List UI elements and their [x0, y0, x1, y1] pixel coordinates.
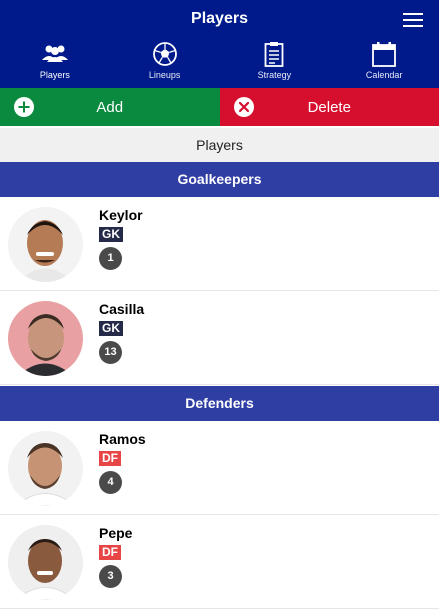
player-avatar	[8, 525, 83, 600]
clipboard-icon	[264, 42, 284, 67]
players-icon	[41, 45, 68, 62]
add-button[interactable]: Add	[0, 88, 220, 126]
tab-lineups-label: Lineups	[148, 70, 181, 80]
section-header-goalkeepers: Goalkeepers	[0, 162, 439, 197]
page-title: Players	[191, 10, 248, 27]
player-row[interactable]: Casilla GK 13	[0, 291, 439, 385]
tab-calendar-label: Calendar	[365, 70, 403, 80]
player-name: Keylor	[99, 207, 143, 223]
ball-icon	[152, 42, 177, 66]
player-name: Pepe	[99, 525, 133, 541]
player-avatar	[8, 431, 83, 506]
tab-strategy-label: Strategy	[257, 70, 292, 80]
position-badge: GK	[99, 227, 123, 242]
hamburger-menu-icon[interactable]	[403, 13, 423, 27]
player-name: Ramos	[99, 431, 146, 447]
position-badge: GK	[99, 321, 123, 336]
player-row[interactable]: Keylor GK 1	[0, 197, 439, 291]
number-badge: 4	[99, 471, 122, 494]
player-avatar	[8, 207, 83, 282]
number-badge: 1	[99, 247, 122, 270]
player-avatar	[8, 301, 83, 376]
add-button-label: Add	[96, 98, 124, 116]
player-name: Casilla	[99, 301, 145, 317]
position-badge: DF	[99, 451, 121, 466]
number-badge: 13	[99, 341, 122, 364]
player-row[interactable]: Ramos DF 4	[0, 421, 439, 515]
player-row[interactable]: Pepe DF 3	[0, 515, 439, 609]
action-bar: Add Delete	[0, 88, 439, 126]
delete-button-label: Delete	[307, 98, 351, 116]
list-title: Players	[0, 128, 439, 162]
tab-calendar[interactable]: Calendar	[329, 40, 439, 88]
tab-bar: Players Lineups Strategy Calendar	[0, 40, 439, 88]
number-badge: 3	[99, 565, 122, 588]
app-header: Players Players Lineups Strategy Calenda…	[0, 0, 439, 88]
tab-lineups[interactable]: Lineups	[110, 40, 220, 88]
delete-button[interactable]: Delete	[219, 88, 439, 126]
section-header-defenders: Defenders	[0, 386, 439, 421]
position-badge: DF	[99, 545, 121, 560]
calendar-icon	[372, 42, 397, 67]
tab-players-label: Players	[39, 70, 70, 80]
tab-strategy[interactable]: Strategy	[220, 40, 330, 88]
close-circle-icon	[233, 97, 254, 117]
plus-circle-icon	[14, 97, 34, 117]
tab-players[interactable]: Players	[0, 40, 110, 88]
